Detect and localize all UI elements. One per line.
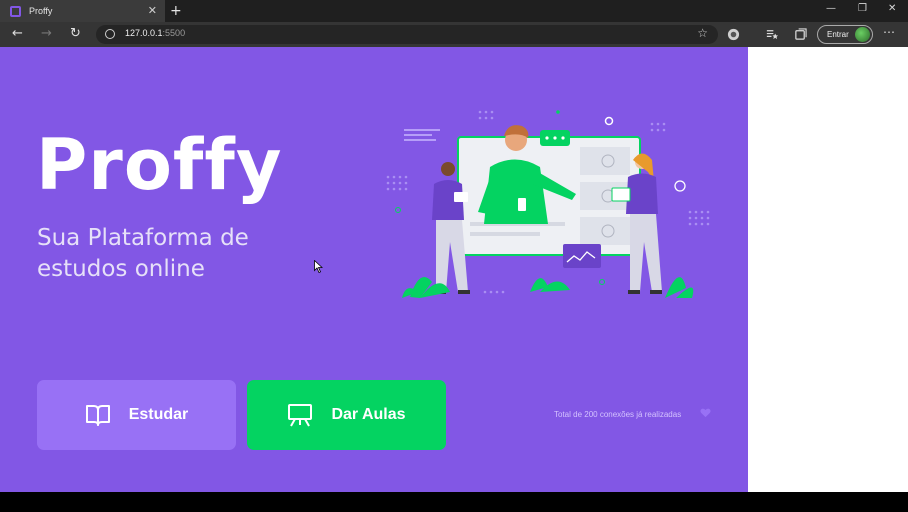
clock-icon bbox=[674, 180, 686, 192]
favorite-star-icon[interactable]: ☆ bbox=[697, 26, 708, 40]
decoration-lines bbox=[404, 129, 440, 141]
teach-button[interactable]: Dar Aulas bbox=[247, 380, 446, 450]
profile-login-button[interactable]: Entrar bbox=[817, 25, 873, 44]
gear-icon bbox=[604, 116, 614, 126]
more-options-icon[interactable]: ⋯ bbox=[883, 25, 895, 39]
bottom-bar bbox=[0, 492, 908, 512]
extension-icon[interactable] bbox=[727, 28, 740, 41]
close-icon[interactable]: ✕ bbox=[148, 4, 157, 18]
new-tab-icon[interactable]: + bbox=[170, 2, 182, 20]
minimize-icon[interactable]: — bbox=[826, 2, 836, 16]
browser-toolbar: ← → ↻ 127.0.0.1:5500 ☆ Entrar ⋯ bbox=[0, 22, 908, 47]
collections-icon[interactable] bbox=[794, 28, 807, 41]
book-icon bbox=[85, 405, 110, 426]
landing-page: Proffy Sua Plataforma de estudos online bbox=[0, 47, 748, 492]
chart-card bbox=[563, 244, 601, 268]
logo: Proffy bbox=[36, 124, 283, 206]
mouse-cursor-icon bbox=[314, 260, 323, 273]
blank-page-area bbox=[748, 47, 908, 492]
window-close-icon[interactable]: ✕ bbox=[888, 2, 896, 16]
url-port: :5500 bbox=[162, 28, 186, 38]
login-label: Entrar bbox=[827, 30, 849, 39]
restore-icon[interactable]: ❐ bbox=[858, 2, 867, 16]
refresh-icon[interactable]: ↻ bbox=[70, 26, 81, 42]
site-info-icon[interactable] bbox=[105, 29, 115, 39]
address-bar[interactable]: 127.0.0.1:5500 ☆ bbox=[96, 25, 718, 44]
back-icon[interactable]: ← bbox=[12, 26, 23, 42]
browser-tab[interactable]: Proffy ✕ bbox=[0, 0, 165, 22]
teach-button-label: Dar Aulas bbox=[331, 406, 406, 423]
url-host: 127.0.0.1 bbox=[125, 28, 163, 38]
browser-tab-bar: Proffy ✕ + — ❐ ✕ bbox=[0, 0, 908, 22]
heart-icon bbox=[700, 408, 711, 418]
avatar bbox=[855, 27, 870, 42]
tab-title: Proffy bbox=[29, 6, 53, 16]
study-button-label: Estudar bbox=[128, 406, 189, 423]
proffy-favicon-icon bbox=[10, 5, 21, 17]
presentation-board-icon bbox=[288, 404, 313, 427]
study-button[interactable]: Estudar bbox=[37, 380, 236, 450]
hero-illustration bbox=[386, 110, 710, 298]
forward-icon[interactable]: → bbox=[41, 26, 52, 42]
url-text: 127.0.0.1:5500 bbox=[125, 28, 185, 38]
tagline: Sua Plataforma de estudos online bbox=[37, 225, 249, 282]
favorites-icon[interactable] bbox=[765, 28, 778, 41]
total-connections-text: Total de 200 conexões já realizadas bbox=[554, 410, 682, 419]
